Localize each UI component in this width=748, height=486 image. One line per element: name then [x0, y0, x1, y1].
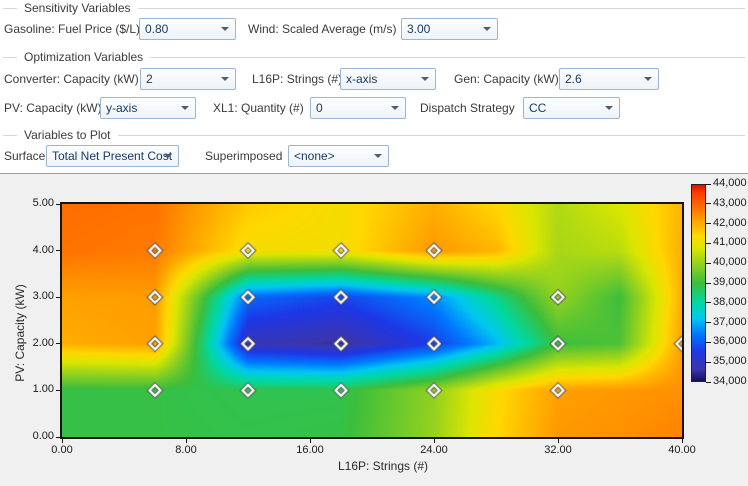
- colorbar-tick-label: 34,000: [713, 375, 747, 387]
- x-tick-label: 8.00: [175, 444, 197, 456]
- y-tick: [56, 296, 60, 298]
- gasoline-fuel-price-select[interactable]: 0.80: [139, 18, 236, 40]
- colorbar-tick-label: 44,000: [713, 177, 747, 189]
- superimposed-value: <none>: [294, 149, 335, 163]
- colorbar-tick: [706, 203, 711, 205]
- chevron-down-icon: [391, 106, 399, 110]
- l16p-strings-select[interactable]: x-axis: [340, 68, 436, 90]
- x-tick-label: 16.00: [296, 444, 324, 456]
- x-tick: [433, 439, 435, 443]
- colorbar-legend: [691, 184, 706, 382]
- superimposed-label: Superimposed: [205, 149, 283, 163]
- y-tick: [56, 203, 60, 205]
- surface-plot: [60, 202, 684, 439]
- optimization-variables-group-header: Optimization Variables: [3, 50, 745, 64]
- chevron-down-icon: [181, 106, 189, 110]
- x-tick-label: 24.00: [420, 444, 448, 456]
- converter-capacity-select[interactable]: 2: [140, 68, 236, 90]
- colorbar-tick: [706, 381, 711, 383]
- colorbar-tick: [706, 223, 711, 225]
- chevron-down-icon: [421, 77, 429, 81]
- chevron-down-icon: [644, 77, 652, 81]
- y-tick: [56, 250, 60, 252]
- controls-panel: Sensitivity Variables Gasoline: Fuel Pri…: [0, 0, 748, 174]
- pv-capacity-value: y-axis: [106, 101, 138, 115]
- xl1-quantity-label: XL1: Quantity (#): [213, 101, 304, 115]
- chevron-down-icon: [221, 27, 229, 31]
- variables-to-plot-group-header: Variables to Plot: [3, 128, 745, 142]
- colorbar-tick-label: 38,000: [713, 295, 747, 308]
- colorbar-tick-label: 37,000: [713, 315, 747, 328]
- converter-capacity-value: 2: [146, 72, 153, 86]
- chevron-down-icon: [374, 154, 382, 158]
- colorbar-tick: [706, 282, 711, 284]
- colorbar-tick-label: 36,000: [713, 335, 747, 348]
- chevron-down-icon: [483, 27, 491, 31]
- colorbar-tick: [706, 302, 711, 304]
- gasoline-fuel-price-label: Gasoline: Fuel Price ($/L): [4, 22, 141, 36]
- converter-capacity-label: Converter: Capacity (kW): [4, 72, 139, 86]
- xl1-quantity-select[interactable]: 0: [310, 97, 406, 119]
- colorbar-tick-label: 40,000: [713, 256, 747, 269]
- colorbar-tick-label: 42,000: [713, 216, 747, 229]
- dispatch-strategy-value: CC: [529, 101, 547, 115]
- x-axis-title: L16P: Strings (#): [337, 459, 429, 473]
- x-tick: [185, 439, 187, 443]
- colorbar-tick: [706, 322, 711, 324]
- gen-capacity-label: Gen: Capacity (kW): [454, 72, 559, 86]
- l16p-strings-label: L16P: Strings (#): [252, 72, 343, 86]
- colorbar-tick-label: 41,000: [713, 236, 747, 249]
- gasoline-fuel-price-value: 0.80: [145, 22, 169, 36]
- optimization-variables-title: Optimization Variables: [24, 50, 144, 64]
- x-tick: [309, 439, 311, 443]
- sensitivity-results-panel: Sensitivity Variables Gasoline: Fuel Pri…: [0, 0, 748, 486]
- y-tick: [56, 343, 60, 345]
- y-tick-label: 3.00: [32, 290, 54, 303]
- sensitivity-variables-group-header: Sensitivity Variables: [3, 1, 745, 15]
- x-tick: [557, 439, 559, 443]
- superimposed-select[interactable]: <none>: [288, 145, 389, 167]
- chevron-down-icon: [221, 77, 229, 81]
- gen-capacity-select[interactable]: 2.6: [559, 68, 659, 90]
- y-tick-label: 5.00: [32, 197, 54, 209]
- surface-heatmap-canvas: [62, 204, 682, 437]
- x-tick-label: 0.00: [51, 444, 73, 456]
- xl1-quantity-value: 0: [316, 101, 323, 115]
- colorbar-tick: [706, 242, 711, 244]
- colorbar-tick: [706, 183, 711, 185]
- x-tick-label: 40.00: [668, 444, 696, 456]
- colorbar-tick: [706, 341, 711, 343]
- dispatch-strategy-label: Dispatch Strategy: [420, 101, 515, 115]
- x-tick: [61, 439, 63, 443]
- surface-label: Surface: [4, 149, 46, 163]
- gen-capacity-value: 2.6: [565, 72, 582, 86]
- sensitivity-variables-title: Sensitivity Variables: [24, 1, 131, 15]
- dispatch-strategy-select[interactable]: CC: [523, 97, 620, 119]
- l16p-strings-value: x-axis: [346, 72, 378, 86]
- pv-capacity-label: PV: Capacity (kW): [4, 101, 102, 115]
- surface-select[interactable]: Total Net Present Cost: [46, 145, 179, 167]
- colorbar-tick-label: 43,000: [713, 196, 747, 209]
- surface-value: Total Net Present Cost: [52, 149, 173, 163]
- chevron-down-icon: [164, 154, 172, 158]
- y-tick-label: 0.00: [32, 430, 54, 442]
- colorbar-tick: [706, 361, 711, 363]
- colorbar-tick: [706, 262, 711, 264]
- pv-capacity-select[interactable]: y-axis: [100, 97, 196, 119]
- wind-scaled-average-value: 3.00: [407, 22, 431, 36]
- wind-scaled-average-select[interactable]: 3.00: [401, 18, 498, 40]
- y-tick-label: 4.00: [32, 243, 54, 256]
- variables-to-plot-title: Variables to Plot: [24, 128, 111, 142]
- wind-scaled-average-label: Wind: Scaled Average (m/s): [248, 22, 397, 36]
- colorbar-tick-label: 39,000: [713, 276, 747, 288]
- y-tick: [56, 436, 60, 438]
- chevron-down-icon: [605, 106, 613, 110]
- y-tick-label: 1.00: [32, 383, 54, 396]
- x-tick: [681, 439, 683, 443]
- colorbar-tick-label: 35,000: [713, 355, 747, 368]
- y-tick: [56, 389, 60, 391]
- y-tick-label: 2.00: [32, 336, 54, 349]
- x-tick-label: 32.00: [544, 444, 572, 456]
